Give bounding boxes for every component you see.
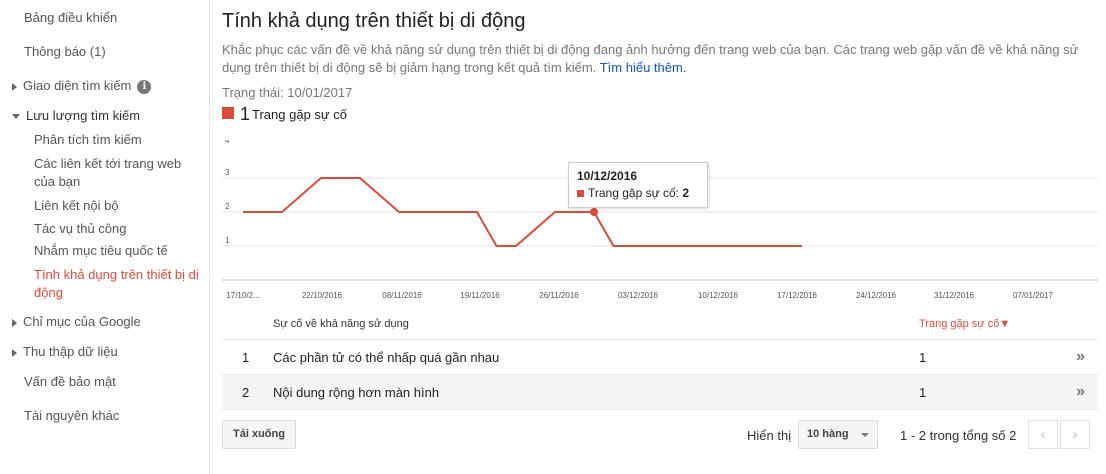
chart-tooltip: 10/12/2016 Trang gặp sự cố: 2 (568, 162, 708, 208)
sidebar-item-messages[interactable]: Thông báo (1) (24, 44, 106, 59)
row-pages: 1 (919, 350, 927, 365)
rows-per-page-label: Hiển thị (747, 428, 792, 443)
sidebar-item-label: Lưu lượng tìm kiếm (26, 108, 141, 123)
row-issue: Nội dung rộng hơn màn hình (273, 385, 440, 400)
column-header-issue[interactable]: Sự cố về khả năng sử dụng (273, 318, 409, 330)
sidebar-item-links-to-site[interactable]: Các liên kết tới trang web của bạn (34, 155, 204, 191)
sidebar-item-search-appearance[interactable]: Giao diện tìm kiếm i (12, 78, 152, 94)
sidebar-item-search-analytics[interactable]: Phân tích tìm kiếm (34, 131, 204, 149)
y-tick-label: 1 (225, 236, 230, 245)
x-tick-label: 10/12/2016 (698, 291, 739, 300)
y-tick-label: 3 (225, 168, 230, 177)
legend-label: Trang gặp sự cố (252, 107, 347, 122)
row-pages: 1 (919, 385, 927, 400)
expand-arrow-icon (12, 348, 17, 357)
tooltip-value: 2 (682, 186, 689, 200)
column-header-pages[interactable]: Trang gặp sự cố▼ (919, 318, 1010, 330)
collapse-arrow-icon (12, 114, 20, 120)
page-description: Khắc phục các vấn đề về khả năng sử dụng… (222, 41, 1094, 77)
issues-table: Sự cố về khả năng sử dụng Trang gặp sự c… (222, 309, 1098, 410)
tooltip-label: Trang gặp sự cố: (588, 186, 679, 200)
pagination-info: 1 - 2 trong tổng số 2 (900, 428, 1017, 443)
table-header: Sự cố về khả năng sử dụng Trang gặp sự c… (222, 309, 1098, 340)
expand-arrow-icon (12, 82, 17, 91)
x-tick-label: 22/10/2016 (302, 291, 343, 300)
sidebar: Bảng điều khiển Thông báo (1) Giao diện … (0, 0, 210, 474)
x-tick-label: 08/11/2016 (382, 291, 422, 300)
row-issue: Các phần tử có thể nhấp quá gần nhau (273, 350, 500, 365)
legend-swatch (222, 106, 234, 119)
status-date: Trạng thái: 10/01/2017 (222, 85, 353, 100)
x-tick-label: 19/11/2016 (460, 291, 500, 300)
x-tick-label: 03/12/2016 (618, 291, 659, 300)
x-tick-label: 07/01/2017 (1013, 291, 1054, 300)
sidebar-item-international-targeting[interactable]: Nhắm mục tiêu quốc tế (34, 242, 204, 260)
download-button[interactable]: Tải xuống (222, 420, 296, 449)
sidebar-item-google-index[interactable]: Chỉ mục của Google (12, 314, 141, 329)
chart-legend[interactable]: 1 Trang gặp sự cố (222, 104, 347, 125)
y-tick-label: 4 (225, 140, 230, 145)
highlight-point (590, 208, 598, 216)
sidebar-item-label: Thu thập dữ liệu (23, 344, 118, 359)
sidebar-item-internal-links[interactable]: Liên kết nội bộ (34, 197, 204, 215)
next-page-button[interactable]: › (1060, 420, 1090, 449)
double-chevron-right-icon[interactable]: » (1076, 348, 1085, 366)
x-tick-label: 26/11/2016 (539, 291, 579, 300)
sidebar-item-other-resources[interactable]: Tài nguyên khác (24, 408, 119, 423)
tooltip-row: Trang gặp sự cố: 2 (577, 186, 699, 200)
table-row[interactable]: 1 Các phần tử có thể nhấp quá gần nhau 1… (222, 340, 1098, 375)
info-icon[interactable]: i (137, 79, 152, 94)
sidebar-item-crawl[interactable]: Thu thập dữ liệu (12, 344, 118, 359)
row-index: 2 (242, 385, 250, 400)
x-tick-label: 24/12/2016 (856, 291, 897, 300)
x-tick-label: 17/10/2... (226, 291, 259, 300)
x-tick-label: 17/12/2016 (777, 291, 818, 300)
sidebar-item-manual-actions[interactable]: Tác vụ thủ công (34, 220, 204, 238)
rows-per-page-select[interactable]: 10 hàng (798, 420, 878, 449)
expand-arrow-icon (12, 318, 17, 327)
learn-more-link[interactable]: Tìm hiểu thêm. (600, 60, 687, 75)
tooltip-date: 10/12/2016 (577, 169, 638, 183)
page-title: Tính khả dụng trên thiết bị di động (222, 10, 526, 32)
main-content: Tính khả dụng trên thiết bị di động Khắc… (222, 0, 1098, 474)
prev-page-button[interactable]: ‹ (1028, 420, 1058, 449)
sidebar-item-dashboard[interactable]: Bảng điều khiển (24, 10, 117, 25)
x-tick-label: 31/12/2016 (934, 291, 975, 300)
legend-count: 1 (240, 104, 251, 124)
sidebar-item-security-issues[interactable]: Vấn đề bảo mật (24, 374, 116, 389)
tooltip-swatch (577, 190, 584, 198)
rows-per-page-value: 10 hàng (807, 428, 849, 440)
sidebar-item-mobile-usability[interactable]: Tính khả dụng trên thiết bị di động (34, 266, 206, 302)
dropdown-caret-icon (861, 433, 869, 437)
double-chevron-right-icon[interactable]: » (1076, 383, 1085, 401)
sidebar-item-search-traffic[interactable]: Lưu lượng tìm kiếm (12, 108, 140, 123)
sidebar-item-label: Giao diện tìm kiếm (23, 78, 132, 93)
sidebar-item-label: Chỉ mục của Google (23, 314, 141, 329)
y-tick-label: 2 (225, 202, 230, 211)
row-index: 1 (242, 350, 250, 365)
table-row[interactable]: 2 Nội dung rộng hơn màn hình 1 » (222, 375, 1098, 410)
